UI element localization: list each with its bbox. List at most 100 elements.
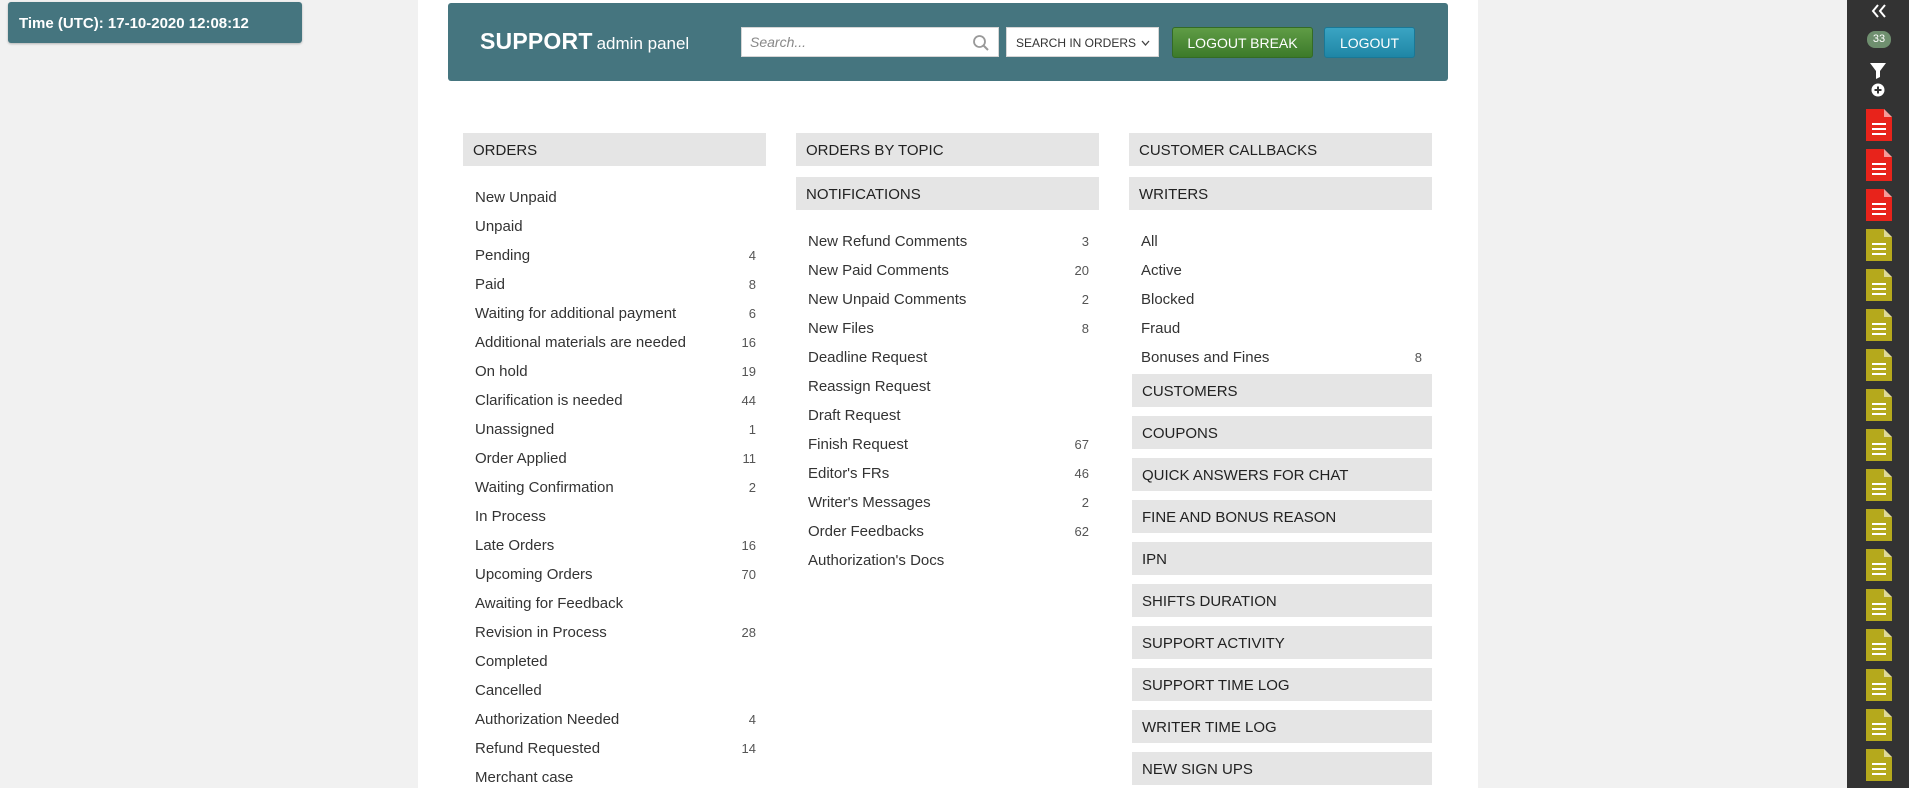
search-scope-select[interactable]: SEARCH IN ORDERS (1006, 27, 1159, 57)
document-icon[interactable] (1866, 149, 1892, 181)
notification-item[interactable]: Draft Request (808, 401, 1089, 430)
writers-item-label: Blocked (1141, 291, 1195, 308)
notification-item[interactable]: Writer's Messages 2 (808, 488, 1089, 517)
orders-item-label: Completed (475, 653, 548, 670)
orders-item-label: Refund Requested (475, 740, 601, 757)
orders-item[interactable]: Clarification is needed 44 (475, 386, 756, 415)
orders-item[interactable]: On hold 19 (475, 357, 756, 386)
section-writer-time-log[interactable]: WRITER TIME LOG (1132, 710, 1432, 743)
writers-item[interactable]: All (1141, 227, 1422, 256)
orders-item[interactable]: Cancelled (475, 676, 756, 705)
orders-item[interactable]: Completed (475, 647, 756, 676)
section-customers[interactable]: CUSTOMERS (1132, 374, 1432, 407)
section-ipn[interactable]: IPN (1132, 542, 1432, 575)
section-orders[interactable]: ORDERS (463, 133, 766, 166)
orders-item[interactable]: Awaiting for Feedback (475, 589, 756, 618)
notification-item[interactable]: Reassign Request (808, 372, 1089, 401)
notification-item[interactable]: New Files 8 (808, 314, 1089, 343)
document-icon[interactable] (1866, 709, 1892, 741)
orders-list: New Unpaid Unpaid Pending 4 Paid 8 Waiting for… (463, 177, 766, 788)
notification-item-label: Draft Request (808, 407, 901, 424)
section-shifts-duration[interactable]: SHIFTS DURATION (1132, 584, 1432, 617)
orders-item[interactable]: Waiting for additional payment 6 (475, 299, 756, 328)
writers-item[interactable]: Blocked (1141, 285, 1422, 314)
document-icon[interactable] (1866, 509, 1892, 541)
orders-column: ORDERS New Unpaid Unpaid Pending 4 Paid 8 Wait… (463, 133, 766, 788)
orders-item[interactable]: Unassigned 1 (475, 415, 756, 444)
search-icon[interactable] (972, 34, 990, 52)
orders-item[interactable]: Authorization Needed 4 (475, 705, 756, 734)
document-icon[interactable] (1866, 549, 1892, 581)
section-quick-answers-for-chat[interactable]: QUICK ANSWERS FOR CHAT (1132, 458, 1432, 491)
notification-item[interactable]: Editor's FRs 46 (808, 459, 1089, 488)
orders-item[interactable]: Additional materials are needed 16 (475, 328, 756, 357)
other-sections: CUSTOMERS COUPONS QUICK ANSWERS FOR CHAT FI… (1129, 374, 1432, 785)
filter-add-icon[interactable] (1869, 61, 1887, 97)
document-icon[interactable] (1866, 269, 1892, 301)
orders-item[interactable]: In Process (475, 502, 756, 531)
document-icon[interactable] (1866, 389, 1892, 421)
document-icon[interactable] (1866, 669, 1892, 701)
orders-item-label: Awaiting for Feedback (475, 595, 624, 612)
writers-item[interactable]: Active (1141, 256, 1422, 285)
section-support-time-log[interactable]: SUPPORT TIME LOG (1132, 668, 1432, 701)
orders-item-label: In Process (475, 508, 546, 525)
document-icon[interactable] (1866, 109, 1892, 141)
logout-button[interactable]: LOGOUT (1324, 27, 1415, 58)
search-field (741, 27, 999, 57)
notification-item-count: 8 (1081, 321, 1089, 336)
notification-item[interactable]: Finish Request 67 (808, 430, 1089, 459)
orders-item[interactable]: Unpaid (475, 212, 756, 241)
notification-item[interactable]: New Paid Comments 20 (808, 256, 1089, 285)
orders-item-count: 14 (741, 741, 756, 756)
orders-item[interactable]: Pending 4 (475, 241, 756, 270)
section-support-activity[interactable]: SUPPORT ACTIVITY (1132, 626, 1432, 659)
search-input[interactable] (742, 28, 962, 56)
logout-break-button[interactable]: LOGOUT BREAK (1172, 27, 1313, 58)
section-customer-callbacks[interactable]: CUSTOMER CALLBACKS (1129, 133, 1432, 166)
orders-item-label: Waiting for additional payment (475, 305, 677, 322)
orders-item[interactable]: Late Orders 16 (475, 531, 756, 560)
section-coupons[interactable]: COUPONS (1132, 416, 1432, 449)
orders-item[interactable]: Paid 8 (475, 270, 756, 299)
document-icon[interactable] (1866, 229, 1892, 261)
orders-item[interactable]: Upcoming Orders 70 (475, 560, 756, 589)
notification-item[interactable]: Authorization's Docs (808, 546, 1089, 575)
time-badge: Time (UTC): 17-10-2020 12:08:12 (8, 2, 302, 43)
orders-item[interactable]: Refund Requested 14 (475, 734, 756, 763)
writers-item[interactable]: Bonuses and Fines 8 (1141, 343, 1422, 372)
collapse-icon[interactable] (1871, 4, 1887, 18)
notification-item[interactable]: New Unpaid Comments 2 (808, 285, 1089, 314)
orders-item[interactable]: New Unpaid (475, 183, 756, 212)
document-icon[interactable] (1866, 589, 1892, 621)
orders-item[interactable]: Order Applied 11 (475, 444, 756, 473)
notification-count-badge[interactable]: 33 (1867, 31, 1891, 48)
section-writers[interactable]: WRITERS (1129, 177, 1432, 210)
orders-item-count: 6 (748, 306, 756, 321)
section-fine-and-bonus-reason[interactable]: FINE AND BONUS REASON (1132, 500, 1432, 533)
notification-item[interactable]: New Refund Comments 3 (808, 227, 1089, 256)
notification-item[interactable]: Order Feedbacks 62 (808, 517, 1089, 546)
section-orders-by-topic[interactable]: ORDERS BY TOPIC (796, 133, 1099, 166)
document-icon[interactable] (1866, 469, 1892, 501)
writers-item[interactable]: Fraud (1141, 314, 1422, 343)
document-icon[interactable] (1866, 629, 1892, 661)
orders-item[interactable]: Revision in Process 28 (475, 618, 756, 647)
notification-item-label: Reassign Request (808, 378, 931, 395)
orders-item[interactable]: Waiting Confirmation 2 (475, 473, 756, 502)
brand-logo[interactable]: SUPPORT admin panel (480, 28, 689, 55)
document-icon[interactable] (1866, 429, 1892, 461)
document-icon[interactable] (1866, 189, 1892, 221)
document-icon[interactable] (1866, 749, 1892, 781)
section-notifications[interactable]: NOTIFICATIONS (796, 177, 1099, 210)
notification-item[interactable]: Deadline Request (808, 343, 1089, 372)
right-sidebar: 33 (1847, 0, 1909, 788)
document-icon[interactable] (1866, 309, 1892, 341)
writers-column: CUSTOMER CALLBACKS WRITERS All Active Bloc… (1129, 133, 1432, 788)
orders-item[interactable]: Merchant case (475, 763, 756, 788)
orders-item-label: Unassigned (475, 421, 555, 438)
section-new-sign-ups[interactable]: NEW SIGN UPS (1132, 752, 1432, 785)
document-icon[interactable] (1866, 349, 1892, 381)
chevron-down-icon (1141, 40, 1150, 46)
notification-item-label: New Unpaid Comments (808, 291, 967, 308)
